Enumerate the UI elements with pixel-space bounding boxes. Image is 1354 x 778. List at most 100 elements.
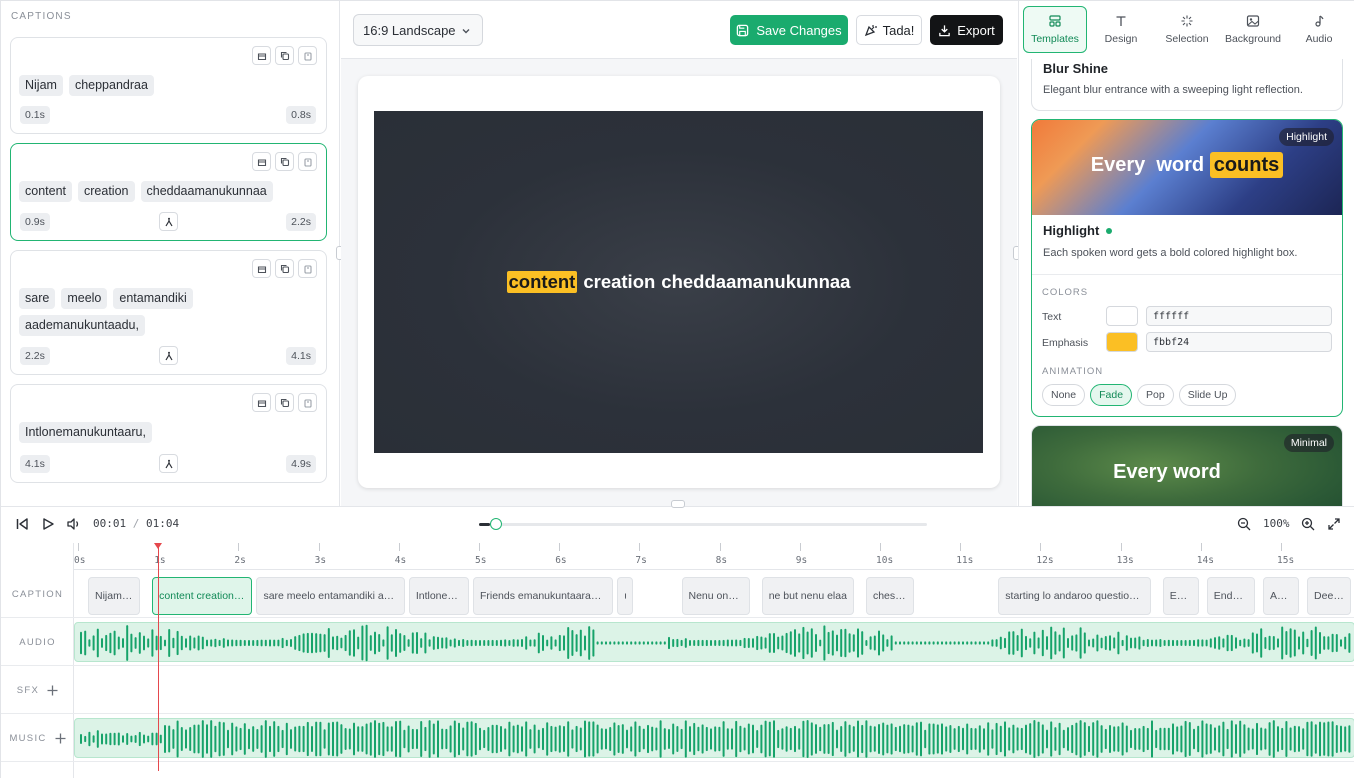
caption-card-tools [252,46,317,65]
tab-audio[interactable]: Audio [1287,6,1351,53]
text-color-swatch[interactable] [1106,306,1138,326]
ruler-tick-mark [1120,543,1122,551]
music-waveform[interactable] [74,718,1354,758]
playhead[interactable] [154,543,162,771]
add-sfx-icon[interactable] [47,685,58,696]
caption-words: content creation cheddaamanukunnaa [19,181,316,202]
caption-word[interactable]: aademanukuntaadu, [19,315,145,336]
timeline-caption-block[interactable]: Deenivalla [1307,577,1352,615]
timeline-caption-block[interactable]: starting lo andaroo questions adigaaru [998,577,1151,615]
tab-selection[interactable]: Selection [1155,6,1219,53]
merge-icon [257,52,266,60]
caption-word[interactable]: meelo [61,288,108,309]
tada-button[interactable]: Tada! [856,15,922,45]
merge-button[interactable] [252,393,271,412]
audio-waveform[interactable] [74,622,1354,662]
caption-word[interactable]: sare [19,288,56,309]
caption-end-time[interactable]: 4.9s [286,455,316,473]
timeline-caption-block[interactable]: Intlonemanukuntaaru, [408,577,469,615]
ruler-tick-label: 13s [1116,555,1134,566]
caption-word[interactable]: cheppandraa [68,75,154,96]
caption-start-time[interactable]: 2.2s [20,347,50,365]
tab-background[interactable]: Background [1221,6,1285,53]
save-changes-button[interactable]: Save Changes [730,15,848,45]
clipboard-button[interactable] [298,393,317,412]
timeline-caption-block[interactable]: Endukante [1162,577,1199,615]
tab-templates[interactable]: Templates [1023,6,1087,53]
timeline-caption-block[interactable]: content creation cheddaamanukunnaa [152,577,253,615]
tab-design[interactable]: Design [1089,6,1153,53]
timeline-caption-block[interactable]: Nijam cheppandraa [88,577,141,615]
animation-option-none[interactable]: None [1042,384,1086,406]
fullscreen-button[interactable] [1327,517,1341,531]
merge-icon [257,265,266,273]
scrubber-knob[interactable] [490,518,503,530]
timeline-caption-block[interactable]: cheshaanu [865,577,915,615]
copy-button[interactable] [275,393,294,412]
caption-start-time[interactable]: 4.1s [20,455,50,473]
split-caption-button[interactable] [159,212,178,231]
skip-back-button[interactable] [15,517,29,531]
template-card-highlight[interactable]: Highlight Every word counts Highlight Ea… [1031,119,1343,417]
caption-word[interactable]: Nijam [19,75,63,96]
animation-option-fade[interactable]: Fade [1090,384,1133,406]
zoom-in-button[interactable] [1301,517,1315,531]
merge-button[interactable] [252,152,271,171]
caption-card[interactable]: sare meelo entamandiki aademanukuntaadu, 2.2… [10,250,327,375]
play-button[interactable] [41,517,55,531]
copy-button[interactable] [275,152,294,171]
timeline-caption-block[interactable]: Endukante [1206,577,1255,615]
timeline-caption-block[interactable]: Nenu one of them [681,577,750,615]
caption-card[interactable]: Nijam cheppandraa 0.1s 0.8s [10,37,327,134]
caption-card-active[interactable]: content creation cheddaamanukunnaa 0.9s 2.2s [10,143,327,241]
clipboard-icon [303,398,312,408]
time-ruler[interactable]: 0s 1s 2s 3s 4s 5s 6s 7s 8s 9s 10s 11s 12s 13s 14s 15s [74,543,1354,570]
video-canvas[interactable]: content creation cheddaamanukunnaa [374,111,983,453]
scrubber-bar[interactable] [479,518,927,530]
caption-card[interactable]: Intlonemanukuntaaru, 4.1s 4.9s [10,384,327,483]
timeline-caption-block[interactable]: Asalu [1262,577,1300,615]
timeline-caption-block[interactable]: Friends emanukuntaarani aalochistunnaara… [472,577,614,615]
caption-word[interactable]: content [19,181,73,202]
caption-start-time[interactable]: 0.9s [20,213,50,231]
volume-button[interactable] [66,517,81,531]
music-track: MUSIC [1,714,1354,762]
timeline-caption-text: u [624,590,626,602]
caption-end-time[interactable]: 4.1s [286,347,316,365]
merge-button[interactable] [252,46,271,65]
animation-option-slide-up[interactable]: Slide Up [1178,384,1237,406]
caption-end-time[interactable]: 2.2s [286,213,316,231]
caption-word[interactable]: entamandiki [113,288,193,309]
clipboard-button[interactable] [298,46,317,65]
zoom-out-button[interactable] [1237,517,1251,531]
caption-end-time[interactable]: 0.8s [286,106,316,124]
timeline-resize-handle[interactable] [671,500,685,508]
right-panel-tabs: Templates Design Selection Background Audio [1019,1,1354,59]
split-caption-button[interactable] [159,454,178,473]
save-changes-label: Save Changes [756,22,842,38]
emphasis-color-swatch[interactable] [1106,332,1138,352]
clipboard-button[interactable] [298,259,317,278]
split-caption-button[interactable] [159,346,178,365]
emphasis-color-input[interactable]: fbbf24 [1146,332,1332,352]
caption-word[interactable]: Intlonemanukuntaaru, [19,422,152,443]
copy-button[interactable] [275,46,294,65]
copy-button[interactable] [275,259,294,278]
caption-start-time[interactable]: 0.1s [20,106,50,124]
tab-label: Templates [1031,33,1079,45]
ruler-tick-label: 6s [555,555,567,566]
text-color-input[interactable]: ffffff [1146,306,1332,326]
timeline-caption-block[interactable]: ne but nenu elaa [761,577,854,615]
merge-button[interactable] [252,259,271,278]
animation-option-pop[interactable]: Pop [1137,384,1174,406]
timeline-caption-block[interactable]: sare meelo entamandiki aademanukuntaadu, [256,577,405,615]
timeline-caption-block[interactable]: u [617,577,634,615]
add-music-icon[interactable] [55,733,66,744]
caption-track: CAPTION Nijam cheppandraa content creatio… [1,570,1354,618]
caption-word[interactable]: cheddaamanukunnaa [140,181,273,202]
export-button[interactable]: Export [930,15,1003,45]
caption-word[interactable]: creation [78,181,135,202]
template-card-minimal[interactable]: Minimal Every word [1031,425,1343,506]
aspect-ratio-select[interactable]: 16:9 Landscape [353,14,483,46]
clipboard-button[interactable] [298,152,317,171]
